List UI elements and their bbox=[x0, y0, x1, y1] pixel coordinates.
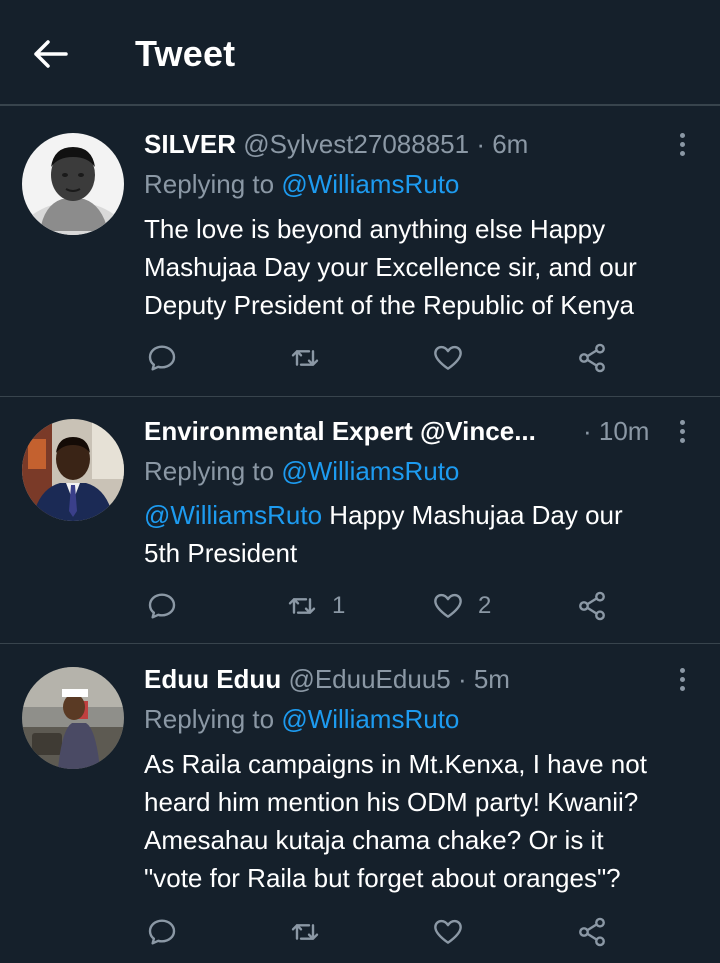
replying-to-mention[interactable]: @WilliamsRuto bbox=[281, 456, 459, 486]
more-vertical-icon bbox=[679, 419, 685, 443]
reply-button[interactable] bbox=[146, 914, 178, 950]
share-button[interactable] bbox=[576, 340, 608, 376]
reply-icon bbox=[148, 593, 176, 619]
tweet-text-line: As Raila campaigns in Mt.Kenxa, I have n… bbox=[144, 749, 647, 779]
more-options-button[interactable] bbox=[666, 663, 698, 695]
tweet-text: @WilliamsRuto Happy Mashujaa Day our 5th… bbox=[144, 496, 704, 572]
tweet-header: Environmental Expert @Vince... bbox=[144, 415, 536, 447]
replying-to: Replying to @WilliamsRuto bbox=[144, 168, 459, 200]
like-icon bbox=[434, 345, 462, 370]
author-name[interactable]: Environmental Expert @Vince... bbox=[144, 416, 536, 446]
author-name[interactable]: SILVER bbox=[144, 129, 236, 159]
avatar[interactable] bbox=[22, 419, 124, 521]
tweet-text-span: Happy Mashujaa Day our bbox=[322, 500, 623, 530]
replying-to-mention[interactable]: @WilliamsRuto bbox=[281, 704, 459, 734]
retweet-icon bbox=[291, 924, 319, 940]
page-title: Tweet bbox=[135, 33, 236, 74]
tweet-header: Eduu Eduu @EduuEduu5 · 5m bbox=[144, 663, 510, 695]
reply-icon bbox=[148, 345, 176, 371]
tweet-time: · 6m bbox=[476, 129, 529, 159]
replying-to-label: Replying to bbox=[144, 456, 282, 486]
avatar[interactable] bbox=[22, 667, 124, 769]
reply-button[interactable] bbox=[146, 588, 178, 624]
tweet-header: SILVER @Sylvest27088851 · 6m bbox=[144, 128, 528, 160]
author-name[interactable]: Eduu Eduu bbox=[144, 664, 281, 694]
like-icon bbox=[434, 919, 462, 944]
replying-to-label: Replying to bbox=[144, 704, 282, 734]
more-options-button[interactable] bbox=[666, 128, 698, 160]
share-icon bbox=[579, 591, 605, 621]
tweet-text-line: 5th President bbox=[144, 538, 298, 568]
retweet-count: 1 bbox=[332, 592, 346, 619]
retweet-button[interactable] bbox=[289, 340, 321, 376]
replying-to: Replying to @WilliamsRuto bbox=[144, 455, 459, 487]
share-button[interactable] bbox=[576, 914, 608, 950]
tweet-text-line: Amesahau kutaja chama chake? Or is it bbox=[144, 825, 604, 855]
top-bar: Tweet bbox=[0, 0, 720, 106]
like-button[interactable] bbox=[432, 340, 464, 376]
author-handle[interactable]: @Sylvest27088851 bbox=[243, 129, 469, 159]
share-button[interactable] bbox=[576, 588, 608, 624]
author-handle[interactable]: @EduuEduu5 bbox=[288, 664, 450, 694]
retweet-icon bbox=[288, 598, 316, 614]
retweet-button[interactable] bbox=[289, 914, 321, 950]
tweet-item[interactable]: SILVER @Sylvest27088851 · 6m Replying to… bbox=[0, 106, 720, 396]
replying-to: Replying to @WilliamsRuto bbox=[144, 703, 459, 735]
like-button[interactable]: 2 bbox=[432, 588, 491, 624]
more-vertical-icon bbox=[679, 132, 685, 156]
replying-to-mention[interactable]: @WilliamsRuto bbox=[281, 169, 459, 199]
tweet-mention[interactable]: @WilliamsRuto bbox=[144, 500, 322, 530]
tweet-item[interactable]: Eduu Eduu @EduuEduu5 · 5m Replying to @W… bbox=[0, 644, 720, 963]
share-icon bbox=[579, 917, 605, 947]
share-icon bbox=[579, 343, 605, 373]
tweet-text-line: Mashujaa Day your Excellence sir, and ou… bbox=[144, 252, 637, 282]
reply-icon bbox=[148, 919, 176, 945]
more-vertical-icon bbox=[679, 667, 685, 691]
tweet-text-line: @WilliamsRuto Happy Mashujaa Day our bbox=[144, 496, 704, 534]
tweet-item[interactable]: Environmental Expert @Vince... · 10m Rep… bbox=[0, 397, 720, 643]
back-button[interactable] bbox=[30, 36, 70, 72]
tweet-text-line: heard him mention his ODM party! Kwanii? bbox=[144, 787, 639, 817]
avatar[interactable] bbox=[22, 133, 124, 235]
like-icon bbox=[434, 593, 462, 618]
tweet-text-line: The love is beyond anything else Happy bbox=[144, 214, 606, 244]
tweet-text: The love is beyond anything else Happy M… bbox=[144, 210, 704, 324]
like-count: 2 bbox=[478, 592, 492, 619]
tweet-text-line: Deputy President of the Republic of Keny… bbox=[144, 290, 634, 320]
tweet-text: As Raila campaigns in Mt.Kenxa, I have n… bbox=[144, 745, 704, 897]
tweet-time: · 10m bbox=[583, 416, 650, 446]
more-options-button[interactable] bbox=[666, 415, 698, 447]
reply-button[interactable] bbox=[146, 340, 178, 376]
back-arrow-icon bbox=[34, 40, 68, 68]
tweet-text-line: "vote for Raila but forget about oranges… bbox=[144, 863, 621, 893]
tweet-time: · 5m bbox=[457, 664, 510, 694]
replying-to-label: Replying to bbox=[144, 169, 282, 199]
retweet-button[interactable]: 1 bbox=[286, 588, 345, 624]
retweet-icon bbox=[291, 350, 319, 366]
like-button[interactable] bbox=[432, 914, 464, 950]
